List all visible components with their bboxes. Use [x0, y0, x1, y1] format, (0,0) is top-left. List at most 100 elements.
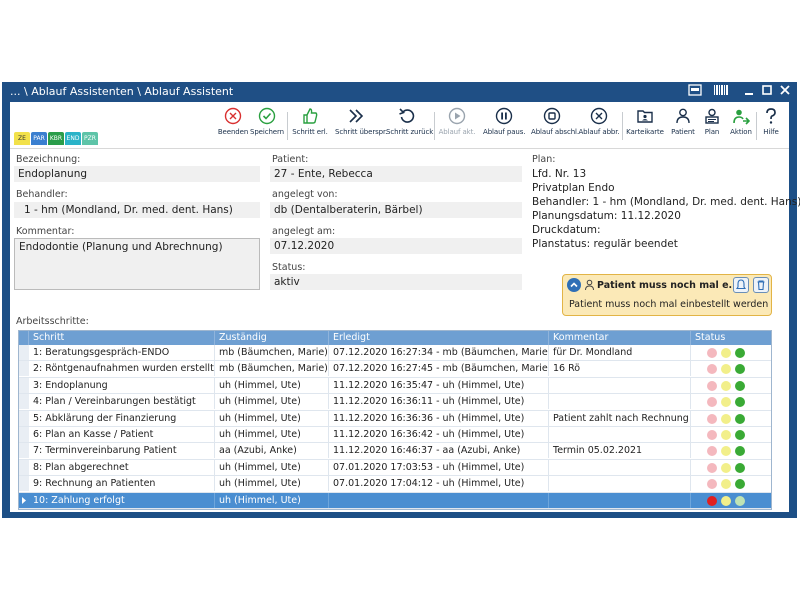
row-indicator[interactable]	[19, 492, 29, 508]
tag-kbr[interactable]: KBR	[48, 132, 64, 145]
column-status[interactable]: Status	[691, 331, 771, 345]
bezeichnung-field[interactable]: Endoplanung	[14, 166, 260, 182]
ablauf-aktivieren-button[interactable]: Ablauf akt.	[436, 104, 478, 146]
column-erledigt[interactable]: Erledigt	[329, 331, 549, 345]
client-area: Beenden Speichern Schritt erl. Schritt ü…	[10, 102, 800, 512]
table-row[interactable]: 4: Plan / Vereinbarungen bestätigt uh (Hi…	[19, 394, 771, 411]
reminder-delete-icon[interactable]	[753, 277, 769, 293]
row-indicator[interactable]	[19, 377, 29, 393]
tag-end[interactable]: END	[65, 132, 81, 145]
status-red-light	[707, 462, 717, 473]
column-kommentar[interactable]: Kommentar	[549, 331, 691, 345]
table-row[interactable]: 9: Rechnung an Patienten uh (Himmel, Ute)…	[19, 476, 771, 493]
status-red-light	[707, 495, 717, 506]
minimize-icon[interactable]	[740, 84, 758, 100]
schritt-ueberspringen-button[interactable]: Schritt überspr.	[335, 104, 387, 146]
cell-erledigt: 11.12.2020 16:36:11 - uh (Himmel, Ute)	[329, 394, 549, 410]
row-indicator[interactable]	[19, 509, 29, 510]
table-row[interactable]: 5: Abklärung der Finanzierung uh (Himmel,…	[19, 410, 771, 427]
play-icon	[448, 107, 466, 125]
maximize-icon[interactable]	[758, 84, 776, 100]
table-row[interactable]: 7: Terminvereinbarung Patient aa (Azubi, …	[19, 443, 771, 460]
stop-icon	[543, 107, 561, 125]
cell-schritt: 7: Terminvereinbarung Patient	[29, 443, 215, 459]
cell-schritt: 2: Röntgenaufnahmen wurden erstellt	[29, 361, 215, 377]
behandler-label: Behandler:	[16, 189, 68, 200]
status-yellow-light	[721, 397, 731, 408]
tag-ze[interactable]: ZE	[14, 132, 30, 145]
cell-status	[691, 460, 771, 475]
close-icon[interactable]	[776, 84, 794, 100]
status-red-light	[707, 380, 717, 391]
status-green-light	[735, 348, 745, 358]
plan-name: Privatplan Endo	[532, 182, 615, 194]
speichern-button[interactable]: Speichern	[246, 104, 288, 146]
tag-pzr[interactable]: PZR	[82, 132, 98, 145]
cell-schritt: 10: Zahlung erfolgt	[29, 492, 215, 508]
status-yellow-light	[721, 495, 731, 506]
ablauf-abschliessen-button[interactable]: Ablauf abschl.	[531, 104, 579, 146]
table-row[interactable]: 6: Plan an Kasse / Patient uh (Himmel, Ut…	[19, 427, 771, 444]
plan-icon	[705, 108, 719, 124]
row-indicator[interactable]	[19, 443, 29, 459]
cell-kommentar	[549, 459, 691, 475]
status-red-light	[707, 413, 717, 424]
row-indicator[interactable]	[19, 345, 29, 360]
screen-layout-icon[interactable]	[686, 84, 704, 100]
row-indicator[interactable]	[19, 427, 29, 442]
schritt-erledigt-button[interactable]: Schritt erl.	[289, 104, 331, 146]
bezeichnung-label: Bezeichnung:	[16, 154, 81, 165]
behandler-field[interactable]: 1 - hm (Mondland, Dr. med. dent. Hans)	[14, 202, 260, 218]
angelegt-am-field[interactable]: 07.12.2020	[270, 238, 522, 254]
cell-schritt: 8: Plan abgerechnet	[29, 459, 215, 475]
schritt-zurueck-button[interactable]: Schritt zurück	[386, 104, 433, 146]
column-zustaendig[interactable]: Zuständig	[215, 331, 329, 345]
row-indicator[interactable]	[19, 361, 29, 377]
patient-label: Patient:	[272, 154, 309, 165]
status-field[interactable]: aktiv	[270, 274, 522, 290]
table-row[interactable]: 8: Plan abgerechnet uh (Himmel, Ute) 07.01…	[19, 459, 771, 477]
action-icon	[733, 109, 750, 125]
plan-label: Plan:	[532, 154, 556, 165]
steps-grid: Schritt Zuständig Erledigt Kommentar Sta…	[18, 330, 772, 510]
kommentar-textarea[interactable]: Endodontie (Planung und Abrechnung)	[14, 238, 260, 290]
ablauf-pausieren-button[interactable]: Ablauf paus.	[483, 104, 526, 146]
table-row[interactable]: 1: Beratungsgespräch-ENDO mb (Bäumchen, M…	[19, 345, 771, 362]
status-yellow-light	[721, 462, 731, 473]
cell-status	[691, 476, 771, 491]
ablauf-abbrechen-button[interactable]: Ablauf abbr.	[578, 104, 620, 146]
cell-kommentar: Patient zahlt nach Rechnung	[549, 410, 691, 426]
plan-planungsdatum: Planungsdatum: 11.12.2020	[532, 210, 681, 222]
table-row[interactable]: 10: Zahlung erfolgt uh (Himmel, Ute)	[19, 492, 771, 509]
cell-zustaendig: mb (Bäumchen, Marie)	[215, 361, 329, 377]
row-indicator[interactable]	[19, 410, 29, 426]
cell-erledigt: 11.12.2020 16:36:36 - uh (Himmel, Ute)	[329, 410, 549, 426]
status-green-light	[735, 380, 745, 391]
status-green-light	[735, 495, 745, 506]
status-green-light	[735, 462, 745, 473]
cell-erledigt: 11.12.2020 16:36:42 - uh (Himmel, Ute)	[329, 427, 549, 442]
column-schritt[interactable]: Schritt	[29, 331, 215, 345]
cell-schritt: 1: Beratungsgespräch-ENDO	[29, 345, 215, 360]
cell-zustaendig: uh (Himmel, Ute)	[215, 410, 329, 426]
status-green-light	[735, 413, 745, 424]
karteikarte-button[interactable]: Karteikarte	[624, 104, 666, 146]
table-row[interactable]: 11: Recall aufgenommenhr (Rosenthal, Hil…	[19, 509, 771, 510]
patient-field[interactable]: 27 - Ente, Rebecca	[270, 166, 522, 182]
table-row[interactable]: 3: Endoplanung uh (Himmel, Ute) 11.12.2020…	[19, 377, 771, 395]
status-yellow-light	[721, 348, 731, 358]
cell-schritt: 11: Recall aufgenommen	[29, 509, 215, 510]
angelegt-von-field[interactable]: db (Dentalberaterin, Bärbel)	[270, 202, 522, 218]
cell-status	[691, 411, 771, 426]
row-indicator[interactable]	[19, 476, 29, 492]
table-row[interactable]: 2: Röntgenaufnahmen wurden erstellt mb (B…	[19, 361, 771, 378]
status-red-light	[707, 348, 717, 358]
hilfe-button[interactable]: Hilfe	[754, 104, 788, 146]
row-indicator[interactable]	[19, 459, 29, 475]
barcode-icon[interactable]	[712, 84, 730, 100]
row-indicator[interactable]	[19, 394, 29, 410]
reminder-alarm-icon[interactable]	[733, 277, 749, 293]
collapse-icon[interactable]	[567, 278, 581, 292]
cell-zustaendig: uh (Himmel, Ute)	[215, 492, 329, 508]
tag-par[interactable]: PAR	[31, 132, 47, 145]
